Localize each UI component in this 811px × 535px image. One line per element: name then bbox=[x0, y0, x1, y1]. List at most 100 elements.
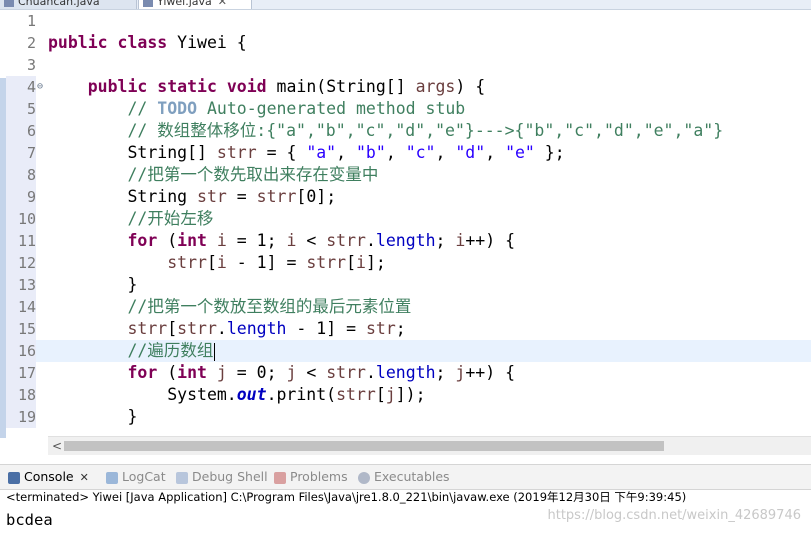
code-token: ]); bbox=[395, 385, 426, 404]
line-number: 5 bbox=[6, 98, 36, 120]
code-line[interactable]: 16 //遍历数组 bbox=[6, 340, 811, 362]
code-token: strr bbox=[326, 363, 366, 382]
tab-logcat-label: LogCat bbox=[122, 469, 166, 484]
code-token: int bbox=[177, 363, 207, 382]
java-file-icon bbox=[4, 0, 14, 7]
code-token: < bbox=[296, 363, 327, 382]
code-line[interactable]: 17 for (int j = 0; j < strr.length; j++)… bbox=[6, 362, 811, 384]
code-line[interactable]: 9 String str = strr[0]; bbox=[6, 186, 811, 208]
code-token: ++) { bbox=[465, 231, 515, 250]
code-token: . bbox=[365, 363, 376, 382]
code-text: // TODO Auto-generated method stub bbox=[48, 98, 465, 120]
debug-shell-icon bbox=[176, 471, 188, 484]
code-token: i bbox=[455, 231, 466, 250]
code-text: //把第一个数先取出来存在变量中 bbox=[48, 164, 378, 186]
code-token: ]; bbox=[365, 253, 386, 272]
code-token: Auto-generated method stub bbox=[197, 99, 466, 118]
code-token: //把第一个数放至数组的最后元素位置 bbox=[48, 297, 412, 316]
code-token: void bbox=[226, 77, 267, 96]
code-token: } bbox=[48, 407, 138, 426]
fold-collapse-icon[interactable]: ⊖ bbox=[37, 76, 46, 98]
line-number: 18 bbox=[6, 384, 36, 406]
code-text: //开始左移 bbox=[48, 208, 213, 230]
line-number: 14 bbox=[6, 296, 36, 318]
code-line[interactable]: 10 //开始左移 bbox=[6, 208, 811, 230]
code-token: System. bbox=[48, 385, 237, 404]
line-number: 4 bbox=[6, 76, 36, 98]
code-line[interactable]: 5 // TODO Auto-generated method stub bbox=[6, 98, 811, 120]
code-token: strr bbox=[256, 187, 297, 206]
code-token: = bbox=[226, 187, 257, 206]
code-editor[interactable]: 1 2 public class Yiwei {3 4 ⊖ public static … bbox=[0, 10, 811, 438]
code-token: , bbox=[485, 143, 506, 162]
code-token: i bbox=[286, 231, 297, 250]
horizontal-scrollbar[interactable]: < bbox=[48, 436, 811, 455]
code-token: for bbox=[127, 363, 158, 382]
code-token: j bbox=[216, 363, 227, 382]
code-token: [ bbox=[375, 385, 386, 404]
code-token: [0]; bbox=[296, 187, 337, 206]
code-line[interactable]: 7 String[] strr = { "a", "b", "c", "d", … bbox=[6, 142, 811, 164]
tab-debug-shell[interactable]: Debug Shell bbox=[176, 465, 268, 489]
line-number: 6 bbox=[6, 120, 36, 142]
tab-executables[interactable]: Executables bbox=[358, 465, 450, 489]
line-number: 19 bbox=[6, 406, 36, 428]
code-token: "e" bbox=[505, 143, 535, 162]
code-line[interactable]: 4 ⊖ public static void main(String[] args… bbox=[6, 76, 811, 98]
code-token: - 1] = bbox=[286, 319, 366, 338]
code-token: "a" bbox=[306, 143, 337, 162]
code-token: . bbox=[216, 319, 227, 338]
scrollbar-thumb[interactable] bbox=[64, 441, 664, 451]
code-line[interactable]: 2 public class Yiwei { bbox=[6, 32, 811, 54]
code-line[interactable]: 19 } bbox=[6, 406, 811, 428]
code-token: j bbox=[455, 363, 466, 382]
tab-yiwei-java[interactable]: Yiwei.java ✕ bbox=[138, 0, 252, 9]
code-text: // 数组整体移位:{"a","b","c","d","e"}--->{"b",… bbox=[48, 120, 723, 142]
close-icon[interactable]: ✕ bbox=[80, 471, 89, 484]
code-line[interactable]: 8 //把第一个数先取出来存在变量中 bbox=[6, 164, 811, 186]
code-text: String str = strr[0]; bbox=[48, 186, 336, 208]
tab-logcat[interactable]: LogCat bbox=[106, 465, 166, 489]
code-token: = { bbox=[256, 143, 307, 162]
code-token: length bbox=[375, 231, 436, 250]
code-text: public static void main(String[] args) { bbox=[48, 76, 485, 98]
code-text: strr[i - 1] = strr[i]; bbox=[48, 252, 386, 274]
code-line[interactable]: 1 bbox=[6, 10, 811, 32]
code-token: public bbox=[87, 77, 148, 96]
code-line[interactable]: 11 for (int i = 1; i < strr.length; i++)… bbox=[6, 230, 811, 252]
tab-label: Yiwei.java bbox=[157, 0, 212, 8]
line-number: 2 bbox=[26, 34, 36, 52]
code-text: } bbox=[48, 274, 137, 296]
code-line[interactable]: 15 strr[strr.length - 1] = str; bbox=[6, 318, 811, 340]
line-number: 8 bbox=[6, 164, 36, 186]
code-token: strr bbox=[167, 253, 207, 272]
code-line[interactable]: 3 bbox=[6, 54, 811, 76]
scroll-left-icon[interactable]: < bbox=[50, 437, 64, 455]
close-icon[interactable]: ✕ bbox=[218, 0, 227, 8]
line-number: 9 bbox=[6, 186, 36, 208]
code-line[interactable]: 6 // 数组整体移位:{"a","b","c","d","e"}--->{"b… bbox=[6, 120, 811, 142]
tab-problems[interactable]: Problems bbox=[274, 465, 348, 489]
line-number: 12 bbox=[6, 252, 36, 274]
code-token: i bbox=[216, 253, 227, 272]
tab-chuancan-java[interactable]: Chuancan.java bbox=[0, 0, 137, 9]
code-token: String[] bbox=[48, 143, 217, 162]
code-line[interactable]: 12 strr[i - 1] = strr[i]; bbox=[6, 252, 811, 274]
tab-console[interactable]: Console ✕ bbox=[8, 465, 89, 489]
code-line[interactable]: 13 } bbox=[6, 274, 811, 296]
view-tab-bar: Console ✕ LogCat Debug Shell Problems Exe… bbox=[0, 464, 811, 490]
code-token: , bbox=[336, 143, 356, 162]
code-token: TODO bbox=[157, 99, 198, 118]
code-line[interactable]: 14 //把第一个数放至数组的最后元素位置 bbox=[6, 296, 811, 318]
logcat-icon bbox=[106, 471, 118, 484]
code-token: String bbox=[48, 187, 198, 206]
java-file-icon bbox=[143, 0, 153, 7]
code-token: strr bbox=[326, 231, 366, 250]
code-token: strr bbox=[177, 319, 217, 338]
line-number: 7 bbox=[6, 142, 36, 164]
code-token: < bbox=[296, 231, 327, 250]
code-line[interactable]: 18 System.out.print(strr[j]); bbox=[6, 384, 811, 406]
